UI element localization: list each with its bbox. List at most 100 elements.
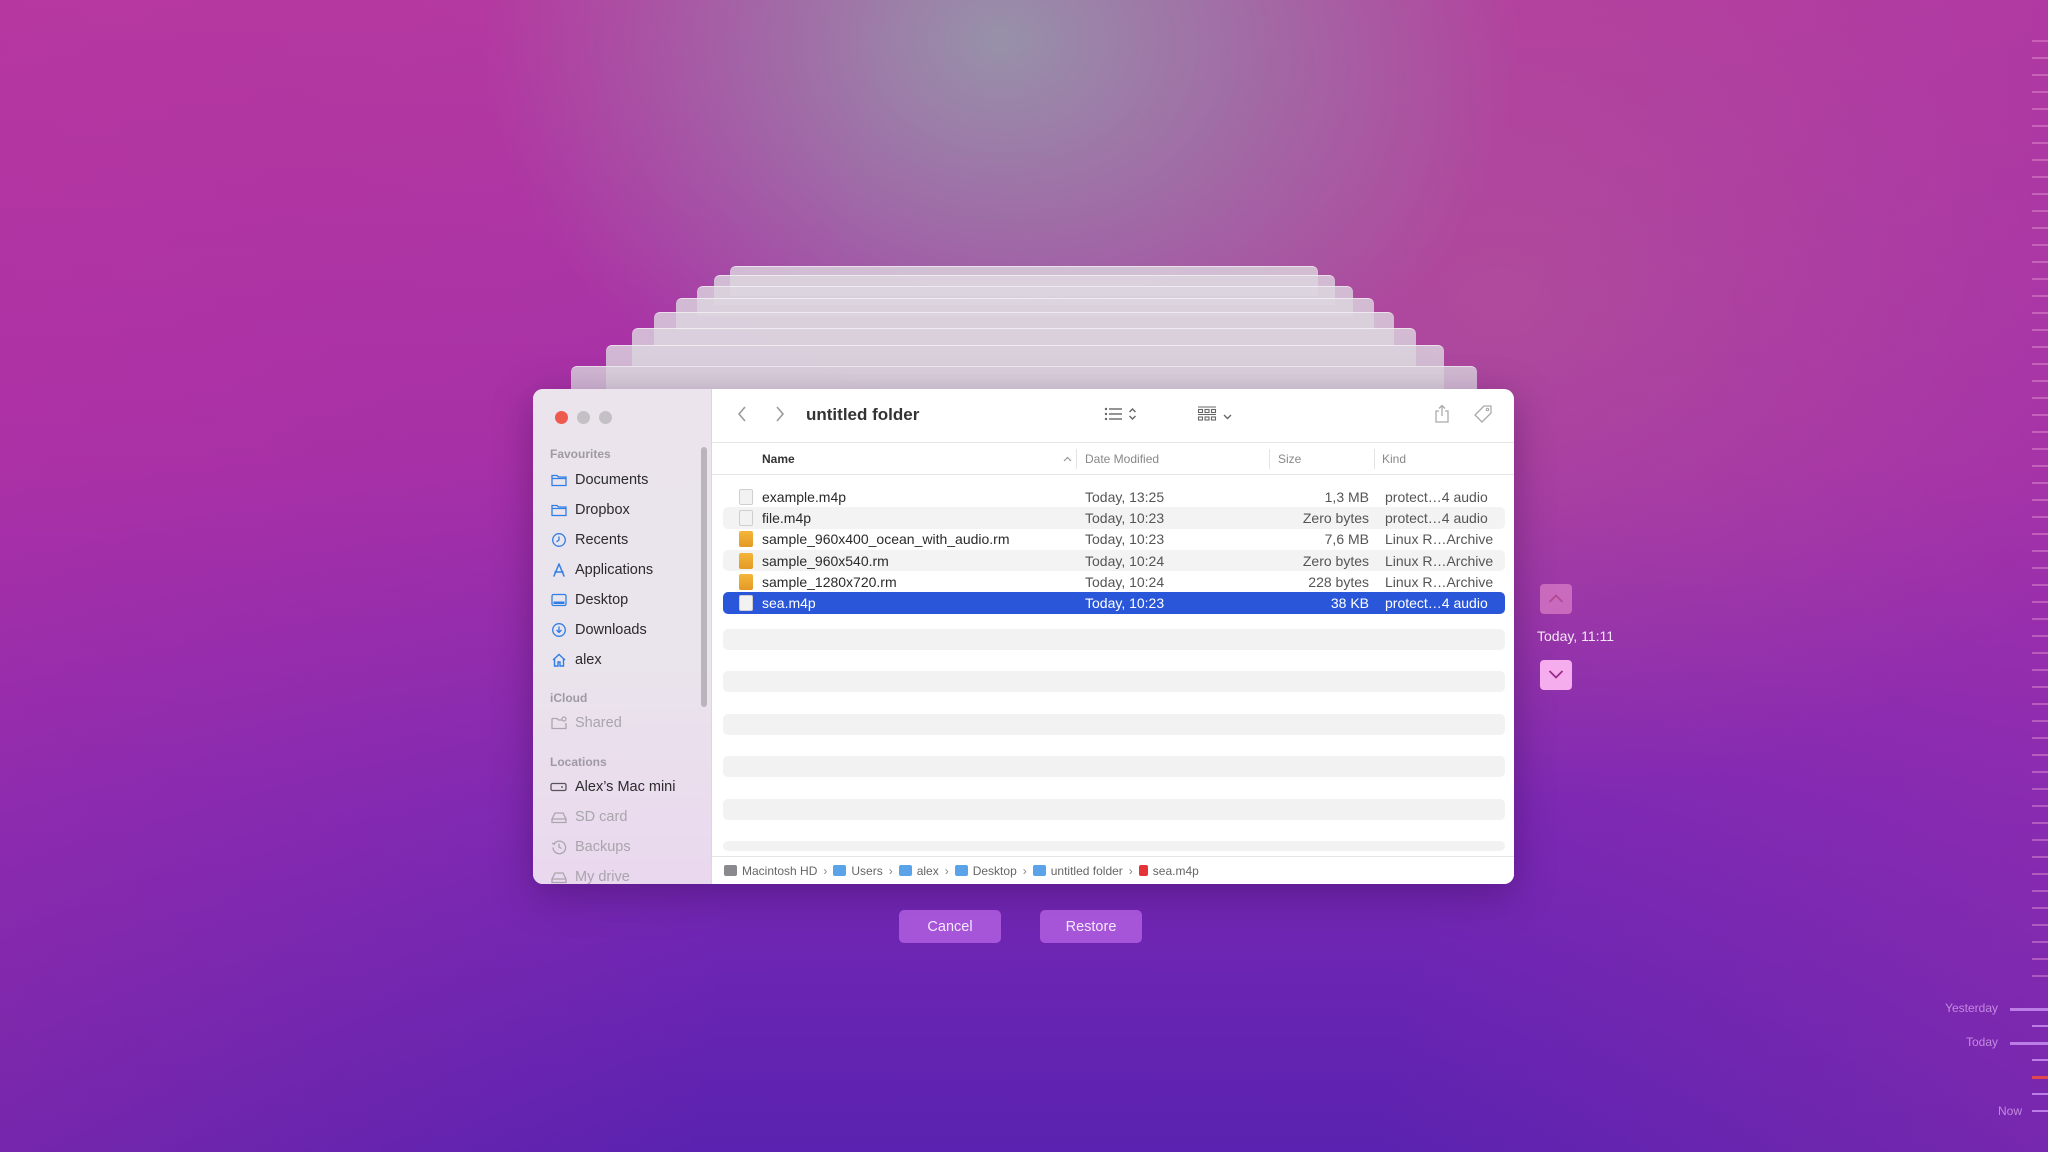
path-item[interactable]: sea.m4p bbox=[1138, 864, 1199, 878]
share-button[interactable] bbox=[1431, 389, 1453, 443]
timeline-tick[interactable] bbox=[2032, 975, 2048, 977]
timeline-tick[interactable] bbox=[2032, 635, 2048, 637]
timeline-tick[interactable] bbox=[2032, 414, 2048, 416]
timeline-tick[interactable] bbox=[2032, 142, 2048, 144]
sidebar-item-applications[interactable]: Applications bbox=[550, 557, 653, 583]
restore-button[interactable]: Restore bbox=[1040, 910, 1142, 943]
timeline-tick[interactable] bbox=[2032, 601, 2048, 603]
timeline-tick[interactable] bbox=[2032, 499, 2048, 501]
timeline-tick[interactable] bbox=[2032, 329, 2048, 331]
sidebar-item-my-drive[interactable]: My drive bbox=[550, 864, 630, 884]
cancel-button[interactable]: Cancel bbox=[899, 910, 1001, 943]
forward-button[interactable] bbox=[770, 389, 790, 443]
timeline-tick[interactable] bbox=[2032, 244, 2048, 246]
timeline-tick[interactable] bbox=[2032, 346, 2048, 348]
timeline-tick[interactable] bbox=[2032, 669, 2048, 671]
file-row-selected[interactable]: sea.m4p Today, 10:23 38 KB protect…4 aud… bbox=[723, 592, 1505, 614]
timeline-tick[interactable] bbox=[2032, 737, 2048, 739]
timeline-tick[interactable] bbox=[2032, 482, 2048, 484]
sidebar-item-desktop[interactable]: Desktop bbox=[550, 587, 628, 613]
timeline-tick[interactable] bbox=[2032, 40, 2048, 42]
timeline-tick[interactable] bbox=[2032, 958, 2048, 960]
sidebar-item-documents[interactable]: Documents bbox=[550, 467, 648, 493]
timeline-tick[interactable] bbox=[2032, 1093, 2048, 1095]
timeline-tick[interactable] bbox=[2032, 210, 2048, 212]
column-divider[interactable] bbox=[1076, 449, 1077, 469]
file-row[interactable]: sample_960x400_ocean_with_audio.rm Today… bbox=[723, 529, 1505, 550]
tag-button[interactable] bbox=[1472, 389, 1494, 443]
timeline-tick[interactable] bbox=[2032, 108, 2048, 110]
file-row[interactable]: sample_960x540.rm Today, 10:24 Zero byte… bbox=[723, 549, 1505, 572]
timeline-tick[interactable] bbox=[2032, 227, 2048, 229]
column-kind[interactable]: Kind bbox=[1382, 452, 1406, 466]
timeline-tick[interactable] bbox=[2032, 397, 2048, 399]
zoom-button[interactable] bbox=[599, 411, 612, 424]
timeline-tick[interactable] bbox=[2032, 278, 2048, 280]
timeline-tick[interactable] bbox=[2032, 1025, 2048, 1027]
timeline-tick[interactable] bbox=[2032, 805, 2048, 807]
timeline-tick[interactable] bbox=[2032, 295, 2048, 297]
timeline-tick[interactable] bbox=[2032, 261, 2048, 263]
file-row[interactable]: sample_1280x720.rm Today, 10:24 228 byte… bbox=[723, 571, 1505, 592]
timeline-tick[interactable] bbox=[2032, 720, 2048, 722]
timeline-tick[interactable] bbox=[2032, 91, 2048, 93]
timeline-tick[interactable] bbox=[2032, 686, 2048, 688]
path-item[interactable]: Desktop bbox=[954, 864, 1017, 878]
file-row[interactable]: example.m4p Today, 13:25 1,3 MB protect…… bbox=[723, 486, 1505, 507]
timeline-tick[interactable] bbox=[2032, 448, 2048, 450]
back-button[interactable] bbox=[732, 389, 752, 443]
sidebar-item-downloads[interactable]: Downloads bbox=[550, 617, 647, 643]
minimize-button[interactable] bbox=[577, 411, 590, 424]
timeline-tick[interactable] bbox=[2032, 74, 2048, 76]
timeline-tick[interactable] bbox=[2032, 567, 2048, 569]
sidebar-item-shared[interactable]: Shared bbox=[550, 710, 622, 736]
sidebar-item-backups[interactable]: Backups bbox=[550, 834, 631, 860]
sidebar-item-dropbox[interactable]: Dropbox bbox=[550, 497, 630, 523]
timeline-tick[interactable] bbox=[2032, 312, 2048, 314]
column-name[interactable]: Name bbox=[762, 452, 795, 466]
timeline-marker-yesterday[interactable] bbox=[2010, 1008, 2048, 1011]
timeline-tick[interactable] bbox=[2032, 754, 2048, 756]
file-row[interactable]: file.m4p Today, 10:23 Zero bytes protect… bbox=[723, 507, 1505, 529]
path-item[interactable]: alex bbox=[898, 864, 939, 878]
timeline-tick[interactable] bbox=[2032, 839, 2048, 841]
timeline-tick[interactable] bbox=[2032, 890, 2048, 892]
timeline-tick[interactable] bbox=[2032, 431, 2048, 433]
more-actions-button[interactable] bbox=[1512, 389, 1514, 443]
sidebar-item-sd-card[interactable]: SD card bbox=[550, 804, 627, 830]
timeline-tick[interactable] bbox=[2032, 176, 2048, 178]
sidebar-item-mac-mini[interactable]: Alex’s Mac mini bbox=[550, 774, 675, 800]
timeline-tick[interactable] bbox=[2032, 516, 2048, 518]
path-item[interactable]: untitled folder bbox=[1032, 864, 1123, 878]
timeline-tick[interactable] bbox=[2032, 584, 2048, 586]
column-size[interactable]: Size bbox=[1278, 452, 1301, 466]
timeline-tick[interactable] bbox=[2032, 193, 2048, 195]
timeline-tick[interactable] bbox=[2032, 788, 2048, 790]
timeline-current-marker[interactable] bbox=[2032, 1076, 2048, 1079]
timeline-tick[interactable] bbox=[2032, 363, 2048, 365]
column-divider[interactable] bbox=[1374, 449, 1375, 469]
sidebar-item-recents[interactable]: Recents bbox=[550, 527, 628, 553]
timeline-tick[interactable] bbox=[2032, 822, 2048, 824]
timeline-tick[interactable] bbox=[2032, 1059, 2048, 1061]
column-date-modified[interactable]: Date Modified bbox=[1085, 452, 1159, 466]
group-button[interactable] bbox=[1192, 389, 1236, 443]
timeline-tick[interactable] bbox=[2032, 57, 2048, 59]
timeline-tick[interactable] bbox=[2032, 941, 2048, 943]
timeline-tick[interactable] bbox=[2032, 907, 2048, 909]
timeline-marker-today[interactable] bbox=[2010, 1042, 2048, 1045]
next-snapshot-button[interactable] bbox=[1540, 660, 1572, 690]
timeline-tick[interactable] bbox=[2032, 924, 2048, 926]
timeline-marker-now[interactable] bbox=[2032, 1110, 2048, 1112]
path-item[interactable]: Users bbox=[833, 864, 883, 878]
timeline-tick[interactable] bbox=[2032, 771, 2048, 773]
previous-snapshot-button[interactable] bbox=[1540, 584, 1572, 614]
timeline-tick[interactable] bbox=[2032, 703, 2048, 705]
timeline-tick[interactable] bbox=[2032, 533, 2048, 535]
timeline-tick[interactable] bbox=[2032, 465, 2048, 467]
timeline-tick[interactable] bbox=[2032, 125, 2048, 127]
column-divider[interactable] bbox=[1269, 449, 1270, 469]
timeline-tick[interactable] bbox=[2032, 618, 2048, 620]
path-item[interactable]: Macintosh HD bbox=[724, 864, 817, 878]
sidebar-scrollbar[interactable] bbox=[701, 447, 707, 707]
